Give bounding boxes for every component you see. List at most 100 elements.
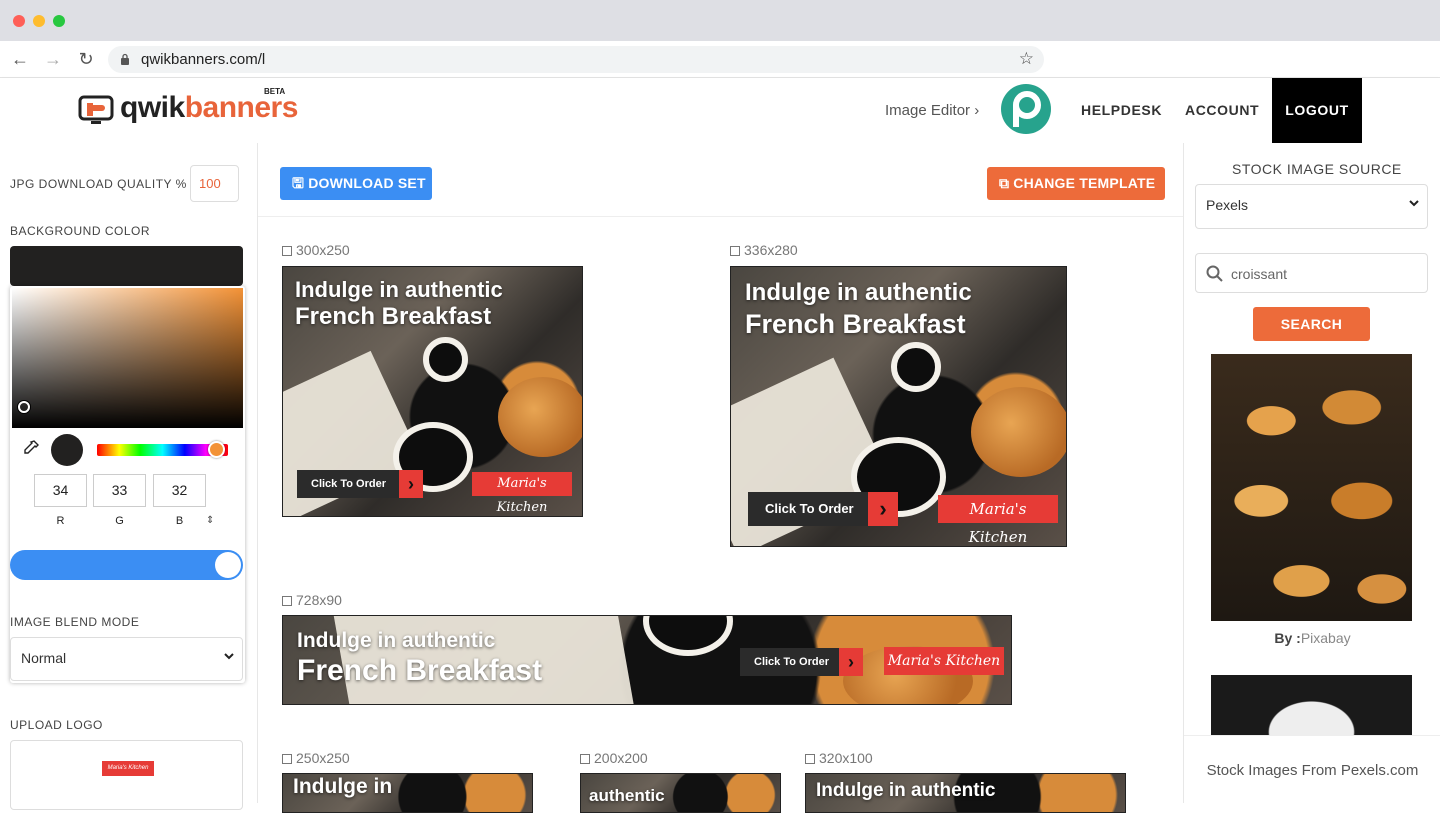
banner-250x250[interactable]: Indulge in xyxy=(282,773,533,813)
banner-size-label: 250x250 xyxy=(282,750,350,766)
copy-icon: ⧉ xyxy=(999,175,1014,191)
size-text: 336x280 xyxy=(744,242,798,258)
stock-source-select[interactable]: Pexels xyxy=(1195,184,1428,229)
hue-handle[interactable] xyxy=(208,441,225,458)
banner-320x100[interactable]: Indulge in authentic xyxy=(805,773,1126,813)
credit-source[interactable]: Pixabay xyxy=(1301,630,1351,646)
image-credit: By :Pixabay xyxy=(1184,630,1440,646)
save-icon[interactable] xyxy=(580,754,590,764)
back-icon[interactable]: ← xyxy=(10,49,30,69)
green-value-input[interactable]: 33 xyxy=(93,474,146,507)
toggle-knob xyxy=(215,552,241,578)
saturation-area[interactable] xyxy=(12,288,243,428)
brand-badge: Maria's Kitchen xyxy=(938,495,1058,546)
banner-headline: Indulge in authentic French Breakfast xyxy=(295,277,503,332)
maximize-window-icon[interactable] xyxy=(53,15,65,27)
beta-badge: BETA xyxy=(264,87,286,96)
cta-button[interactable]: Click To Order › xyxy=(740,648,863,676)
minimize-window-icon[interactable] xyxy=(33,15,45,27)
stock-search-input[interactable]: croissant xyxy=(1195,253,1428,293)
banner-200x200[interactable]: authentic xyxy=(580,773,781,813)
cta-label: Click To Order xyxy=(754,656,829,668)
banner-headline: authentic xyxy=(589,786,665,805)
banner-728x90[interactable]: Indulge in authentic French Breakfast Cli… xyxy=(282,615,1012,705)
save-icon: 🖫 xyxy=(292,175,309,191)
headline-line1: Indulge in authentic xyxy=(295,277,503,302)
blend-mode-select[interactable]: Normal xyxy=(10,637,243,681)
stock-source-label: STOCK IMAGE SOURCE xyxy=(1232,161,1402,177)
forward-icon[interactable]: → xyxy=(43,49,63,69)
chevron-right-icon: › xyxy=(399,470,423,498)
banner-size-label: 200x200 xyxy=(580,750,648,766)
red-value-input[interactable]: 34 xyxy=(34,474,87,507)
saturation-handle[interactable] xyxy=(18,401,30,413)
save-icon[interactable] xyxy=(282,754,292,764)
size-text: 200x200 xyxy=(594,750,648,766)
account-link[interactable]: ACCOUNT xyxy=(1185,102,1259,118)
upload-logo-label: UPLOAD LOGO xyxy=(10,718,103,732)
save-icon[interactable] xyxy=(730,246,740,256)
background-color-label: BACKGROUND COLOR xyxy=(10,224,151,238)
cta-button[interactable]: Click To Order › xyxy=(297,470,423,498)
search-value: croissant xyxy=(1231,266,1288,282)
pitcher-image xyxy=(891,342,941,392)
blend-mode-label: IMAGE BLEND MODE xyxy=(10,615,140,629)
eyedropper-icon[interactable] xyxy=(23,440,39,456)
chevron-right-icon: › xyxy=(839,648,863,676)
change-template-button[interactable]: ⧉ CHANGE TEMPLATE xyxy=(987,167,1165,200)
headline-line1: Indulge in authentic xyxy=(297,629,496,652)
logout-button[interactable]: LOGOUT xyxy=(1272,78,1362,143)
save-icon[interactable] xyxy=(805,754,815,764)
banner-preview-area: 🖫 DOWNLOAD SET ⧉ CHANGE TEMPLATE 300x250… xyxy=(258,143,1183,813)
overlay-toggle[interactable] xyxy=(10,550,243,580)
chevron-right-icon: › xyxy=(868,492,898,526)
uploaded-logo-preview: Maria's Kitchen xyxy=(102,761,154,776)
image-editor-link[interactable]: Image Editor › xyxy=(885,102,979,119)
address-bar[interactable]: qwikbanners.com/l ☆ xyxy=(108,46,1044,73)
blue-label: B xyxy=(175,515,184,527)
headline-line1: Indulge in authentic xyxy=(745,279,972,306)
banner-size-label: 728x90 xyxy=(282,592,342,608)
quality-input[interactable]: 100 xyxy=(190,165,239,202)
color-format-toggle-icon[interactable]: ⇕ xyxy=(206,515,214,526)
change-template-label: CHANGE TEMPLATE xyxy=(1013,175,1156,191)
banner-336x280[interactable]: Indulge in authentic French Breakfast Cli… xyxy=(730,266,1067,547)
banner-size-label: 300x250 xyxy=(282,242,350,258)
search-button[interactable]: SEARCH xyxy=(1253,307,1370,341)
banner-300x250[interactable]: Indulge in authentic French Breakfast Cli… xyxy=(282,266,583,517)
cta-label: Click To Order xyxy=(765,501,854,516)
headline-line2: French Breakfast xyxy=(745,308,966,339)
stock-image-thumbnail[interactable] xyxy=(1211,675,1412,735)
croissant-image xyxy=(498,377,582,457)
cta-button[interactable]: Click To Order › xyxy=(748,492,898,526)
brand-badge: Maria's Kitchen xyxy=(472,472,572,515)
bookmark-star-icon[interactable]: ☆ xyxy=(1019,49,1034,69)
left-settings-panel: JPG DOWNLOAD QUALITY % 100 BACKGROUND CO… xyxy=(0,143,258,810)
preview-toolbar: 🖫 DOWNLOAD SET ⧉ CHANGE TEMPLATE xyxy=(258,143,1183,217)
search-icon xyxy=(1206,265,1223,282)
pitcher-image xyxy=(423,337,468,382)
coffee-cup-image xyxy=(643,616,733,656)
stock-image-panel: STOCK IMAGE SOURCE Pexels croissant SEAR… xyxy=(1183,143,1440,803)
picmaker-logo-icon[interactable] xyxy=(1000,83,1052,135)
monitor-logo-icon xyxy=(78,95,114,124)
helpdesk-link[interactable]: HELPDESK xyxy=(1081,102,1162,118)
close-window-icon[interactable] xyxy=(13,15,25,27)
download-set-label: DOWNLOAD SET xyxy=(308,175,426,191)
brand-badge: Maria's Kitchen xyxy=(884,647,1004,675)
reload-icon[interactable]: ↻ xyxy=(76,49,96,69)
green-label: G xyxy=(115,515,124,527)
save-icon[interactable] xyxy=(282,246,292,256)
save-icon[interactable] xyxy=(282,596,292,606)
upload-logo-dropzone[interactable]: Maria's Kitchen xyxy=(10,740,243,810)
download-set-button[interactable]: 🖫 DOWNLOAD SET xyxy=(280,167,432,200)
headline-line2: French Breakfast xyxy=(297,654,543,688)
background-color-swatch[interactable] xyxy=(10,246,243,286)
url-text: qwikbanners.com/l xyxy=(141,51,266,68)
stock-image-croissants[interactable] xyxy=(1211,354,1412,621)
stock-footer-note[interactable]: Stock Images From Pexels.com xyxy=(1184,735,1440,803)
blue-value-input[interactable]: 32 xyxy=(153,474,206,507)
size-text: 320x100 xyxy=(819,750,873,766)
cta-label: Click To Order xyxy=(311,478,386,490)
current-color-preview xyxy=(51,434,83,466)
